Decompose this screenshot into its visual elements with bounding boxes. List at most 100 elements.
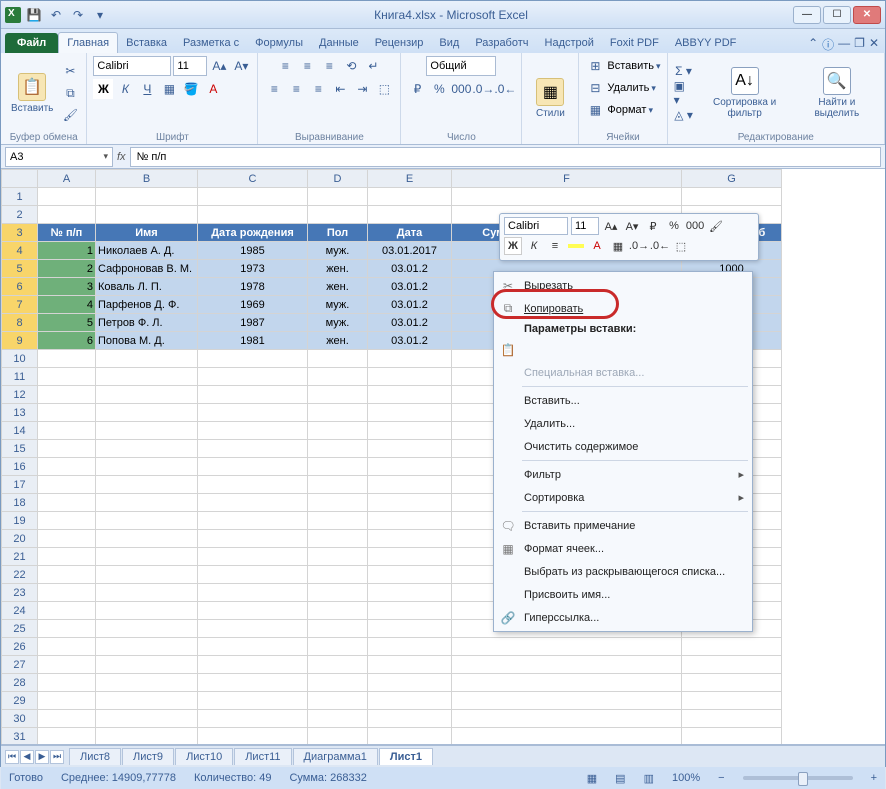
spreadsheet-grid[interactable]: A B C D E F G 123№ п/пИмяДата рожденияПо… — [1, 169, 885, 745]
col-header[interactable]: D — [308, 170, 368, 188]
table-cell[interactable]: 1973 — [198, 260, 308, 278]
view-break-icon[interactable]: ▥ — [644, 772, 654, 785]
tab-file[interactable]: Файл — [5, 33, 58, 53]
table-cell[interactable]: 03.01.2 — [368, 314, 452, 332]
comma-button[interactable]: 000 — [451, 79, 471, 99]
percent-button[interactable]: % — [429, 79, 449, 99]
table-cell[interactable]: жен. — [308, 332, 368, 350]
empty-cell[interactable] — [198, 584, 308, 602]
border-button[interactable]: ▦ — [159, 79, 179, 99]
mini-merge-icon[interactable]: ⬚ — [672, 237, 690, 255]
empty-cell[interactable] — [96, 620, 198, 638]
empty-cell[interactable] — [96, 674, 198, 692]
empty-cell[interactable] — [308, 728, 368, 746]
menu-sort[interactable]: Сортировка▸ — [494, 486, 752, 509]
row-header[interactable]: 2 — [2, 206, 38, 224]
empty-cell[interactable] — [452, 728, 682, 746]
mini-dec-dec-icon[interactable]: .0← — [651, 237, 669, 255]
empty-cell[interactable] — [198, 494, 308, 512]
sheet-nav-last-icon[interactable]: ⏭ — [50, 750, 64, 764]
row-header[interactable]: 17 — [2, 476, 38, 494]
table-cell[interactable]: 5 — [38, 314, 96, 332]
italic-button[interactable]: К — [115, 79, 135, 99]
empty-cell[interactable] — [96, 386, 198, 404]
empty-cell[interactable] — [198, 566, 308, 584]
row-header[interactable]: 7 — [2, 296, 38, 314]
cells-insert-icon[interactable]: ⊞ — [585, 56, 605, 76]
fill-color-button[interactable]: 🪣 — [181, 79, 201, 99]
table-header-cell[interactable]: Пол — [308, 224, 368, 242]
empty-cell[interactable] — [38, 494, 96, 512]
mini-comma-icon[interactable]: 000 — [686, 217, 704, 235]
table-cell[interactable]: 4 — [38, 296, 96, 314]
empty-cell[interactable] — [38, 728, 96, 746]
col-header[interactable]: E — [368, 170, 452, 188]
tab-formulas[interactable]: Формулы — [247, 33, 311, 53]
empty-cell[interactable] — [452, 188, 682, 206]
table-cell[interactable]: жен. — [308, 278, 368, 296]
row-header[interactable]: 28 — [2, 674, 38, 692]
empty-cell[interactable] — [198, 206, 308, 224]
empty-cell[interactable] — [452, 674, 682, 692]
mini-font-size[interactable] — [571, 217, 599, 235]
empty-cell[interactable] — [96, 710, 198, 728]
fill-button[interactable]: ▣ ▾ — [674, 83, 694, 103]
empty-cell[interactable] — [308, 422, 368, 440]
minimize-button[interactable]: — — [793, 6, 821, 24]
menu-copy[interactable]: ⧉Копировать — [494, 297, 752, 320]
sheet-nav-next-icon[interactable]: ▶ — [35, 750, 49, 764]
redo-button[interactable]: ↷ — [69, 6, 87, 24]
cells-delete-icon[interactable]: ⊟ — [585, 78, 605, 98]
mini-toolbar[interactable]: A▴ A▾ ₽ % 000 🖌 Ж К ≡ A ▦ .0→ .0← ⬚ — [499, 213, 759, 261]
empty-cell[interactable] — [96, 368, 198, 386]
table-cell[interactable]: 1987 — [198, 314, 308, 332]
increase-decimal-button[interactable]: .0→ — [473, 79, 493, 99]
sort-filter-button[interactable]: A↓ Сортировка и фильтр — [697, 65, 793, 121]
empty-cell[interactable] — [682, 710, 782, 728]
table-cell[interactable]: жен. — [308, 260, 368, 278]
empty-cell[interactable] — [198, 638, 308, 656]
mini-inc-dec-icon[interactable]: .0→ — [630, 237, 648, 255]
align-center-button[interactable]: ≡ — [286, 79, 306, 99]
empty-cell[interactable] — [368, 440, 452, 458]
mini-font-color-icon[interactable]: A — [588, 237, 606, 255]
col-header[interactable]: A — [38, 170, 96, 188]
empty-cell[interactable] — [368, 206, 452, 224]
fx-icon[interactable]: fx — [117, 151, 126, 163]
empty-cell[interactable] — [38, 656, 96, 674]
empty-cell[interactable] — [368, 530, 452, 548]
empty-cell[interactable] — [198, 548, 308, 566]
empty-cell[interactable] — [368, 674, 452, 692]
empty-cell[interactable] — [368, 620, 452, 638]
wrap-text-button[interactable]: ↵ — [363, 56, 383, 76]
mini-italic-icon[interactable]: К — [525, 237, 543, 255]
undo-button[interactable]: ↶ — [47, 6, 65, 24]
sheet-tab[interactable]: Лист8 — [69, 748, 121, 765]
cells-format-icon[interactable]: ▦ — [585, 100, 605, 120]
tab-view[interactable]: Вид — [431, 33, 467, 53]
table-header-cell[interactable]: № п/п — [38, 224, 96, 242]
empty-cell[interactable] — [682, 188, 782, 206]
mini-currency-icon[interactable]: ₽ — [644, 217, 662, 235]
doc-close-icon[interactable]: ✕ — [869, 36, 879, 53]
table-cell[interactable]: 1969 — [198, 296, 308, 314]
mini-fill-icon[interactable] — [567, 237, 585, 255]
select-all-corner[interactable] — [2, 170, 38, 188]
table-cell[interactable]: 03.01.2017 — [368, 242, 452, 260]
menu-insert-comment[interactable]: 🗨Вставить примечание — [494, 514, 752, 537]
empty-cell[interactable] — [368, 512, 452, 530]
empty-cell[interactable] — [368, 728, 452, 746]
cells-insert-label[interactable]: Вставить — [607, 60, 654, 72]
empty-cell[interactable] — [38, 350, 96, 368]
empty-cell[interactable] — [38, 440, 96, 458]
empty-cell[interactable] — [308, 188, 368, 206]
table-cell[interactable]: 6 — [38, 332, 96, 350]
view-normal-icon[interactable]: ▦ — [587, 772, 597, 785]
tab-page-layout[interactable]: Разметка с — [175, 33, 247, 53]
row-header[interactable]: 15 — [2, 440, 38, 458]
clear-button[interactable]: ◬ ▾ — [674, 105, 694, 125]
qat-dropdown-icon[interactable]: ▾ — [91, 6, 109, 24]
empty-cell[interactable] — [198, 350, 308, 368]
table-cell[interactable]: Николаев А. Д. — [96, 242, 198, 260]
empty-cell[interactable] — [682, 728, 782, 746]
